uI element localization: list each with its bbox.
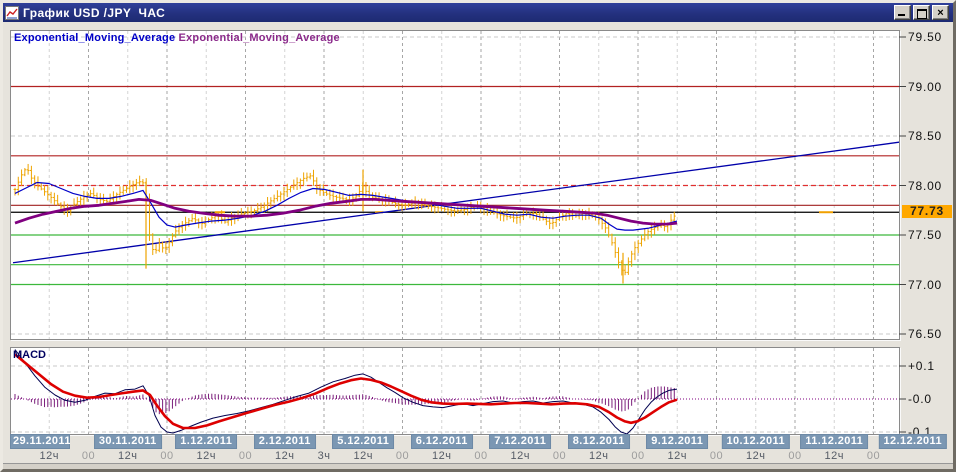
time-label: 12ч [118, 450, 138, 462]
chart-app-icon [5, 5, 19, 20]
close-icon: × [937, 7, 944, 19]
time-label: 12ч [39, 450, 59, 462]
title-bar[interactable]: График USD /JPY ЧАС × [3, 3, 953, 22]
price-tick-label: 79.00 [908, 79, 943, 94]
minimize-icon [898, 14, 905, 16]
time-label: 00 [866, 450, 881, 462]
date-cell: 2.12.2011 [253, 434, 316, 449]
price-tick-label: 77.50 [908, 228, 943, 242]
time-label: 00 [709, 450, 724, 462]
date-cell: 12.12.2011 [878, 434, 947, 449]
maximize-button[interactable] [913, 5, 930, 20]
date-cell: 9.12.2011 [646, 434, 709, 449]
price-tick-label: 78.50 [908, 129, 943, 143]
time-label: 00 [160, 450, 174, 462]
time-label: 12ч [353, 450, 373, 462]
macd-tick-label: +0.1 [908, 359, 935, 373]
minimize-button[interactable] [894, 5, 911, 20]
time-label: 00 [552, 450, 567, 462]
price-tick-label: 76.50 [908, 327, 943, 341]
macd-tick-label: -0.0 [908, 392, 932, 406]
time-axis: 12ч 00 12ч 00 12ч 00 12ч 3ч 12ч 00 12ч 00 12ч 00 12ч 00… [3, 450, 953, 462]
close-button[interactable]: × [932, 5, 949, 20]
date-cell: 6.12.2011 [410, 434, 473, 449]
date-cell: 8.12.2011 [567, 434, 630, 449]
maximize-icon [917, 9, 927, 19]
date-cell: 29.11.2011 [10, 434, 70, 449]
date-cell: 11.12.2011 [800, 434, 869, 449]
price-tick-label: 79.50 [908, 30, 943, 44]
macd-indicator-label: MACD [13, 349, 46, 361]
main-chart-plot[interactable] [10, 30, 900, 340]
axis-ticks [899, 36, 906, 433]
time-label: 00 [788, 450, 802, 462]
date-cell: 1.12.2011 [175, 434, 238, 449]
time-label: 12ч [667, 450, 687, 462]
chart-client-area: Exponential_Moving_Average Exponential_M… [3, 22, 953, 469]
price-tick-label: 77.00 [908, 277, 943, 292]
window-controls: × [894, 5, 949, 20]
time-label: 00 [631, 450, 645, 462]
price-tick-label: 78.00 [908, 178, 943, 193]
date-cell: 10.12.2011 [721, 434, 790, 449]
time-label: 00 [81, 450, 96, 462]
time-label: 12ч [746, 450, 766, 462]
time-label: 12ч [510, 450, 530, 462]
indicator-labels: Exponential_Moving_Average Exponential_M… [14, 32, 340, 44]
time-label: 00 [395, 450, 410, 462]
ema-label-1: Exponential_Moving_Average [14, 32, 176, 44]
time-label: 00 [474, 450, 488, 462]
chart-window: График USD /JPY ЧАС × Exponential_Moving… [0, 0, 956, 472]
window-title: График USD /JPY ЧАС [23, 5, 166, 20]
window-bottom-strip [3, 463, 953, 469]
time-label: 12ч [432, 450, 452, 462]
time-label: 00 [238, 450, 253, 462]
time-label: 12ч [824, 450, 844, 462]
date-axis[interactable]: 29.11.2011 30.11.2011 1.12.2011 2.12.2011 5.… [3, 434, 953, 449]
ema-label-2: Exponential_Moving_Average [178, 32, 340, 44]
date-cell: 7.12.2011 [489, 434, 552, 449]
time-label: 12ч [589, 450, 609, 462]
time-label: 3ч [317, 450, 331, 462]
date-cell: 5.12.2011 [332, 434, 395, 449]
time-label: 12ч [196, 450, 216, 462]
macd-plot[interactable] [10, 347, 900, 435]
current-price-badge: 77.73 [902, 205, 952, 219]
time-label: 12ч [275, 450, 295, 462]
date-cell: 30.11.2011 [93, 434, 162, 449]
